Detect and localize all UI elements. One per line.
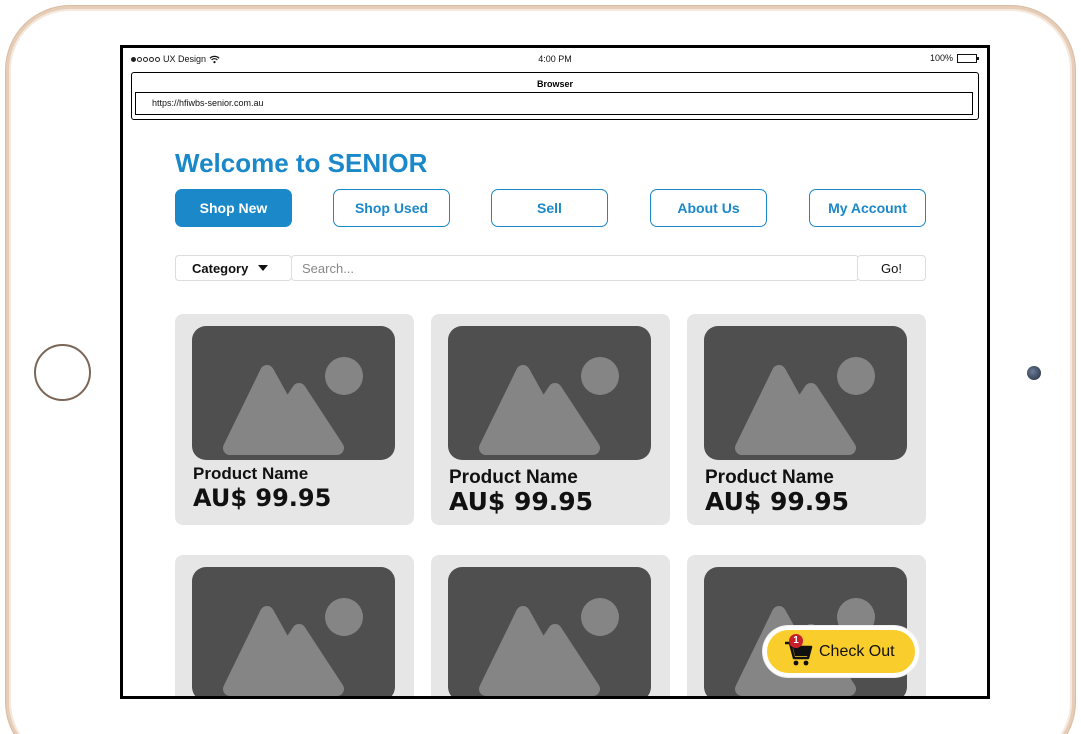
- category-label: Category: [192, 260, 249, 276]
- product-price: AU$ 99.95: [705, 487, 850, 516]
- product-name: Product Name: [705, 467, 834, 488]
- product-card[interactable]: [431, 555, 670, 696]
- category-dropdown[interactable]: Category: [175, 255, 292, 281]
- caret-down-icon: [258, 265, 269, 271]
- my-account-button[interactable]: My Account: [809, 189, 926, 227]
- search-bar: Category Go!: [175, 255, 926, 281]
- go-button[interactable]: Go!: [857, 255, 926, 281]
- browser-bar: Browser https://hfiwbs-senior.com.au: [131, 72, 979, 120]
- product-name: Product Name: [449, 467, 578, 488]
- battery-percent: 100%: [929, 53, 953, 63]
- status-time: 4:00 PM: [538, 54, 572, 64]
- status-right: 100%: [929, 53, 979, 63]
- home-button[interactable]: [34, 344, 91, 401]
- browser-title: Browser: [536, 79, 573, 89]
- image-placeholder-icon: [192, 567, 395, 696]
- page-title: Welcome to SENIOR: [175, 148, 428, 178]
- search-input[interactable]: [291, 255, 859, 281]
- battery-icon: [957, 53, 979, 63]
- image-placeholder-icon: [704, 326, 907, 460]
- product-card[interactable]: Product Name AU$ 99.95: [687, 314, 926, 525]
- shop-used-button[interactable]: Shop Used: [333, 189, 450, 227]
- cart-count-badge: 1: [789, 633, 803, 648]
- checkout-button[interactable]: 1 Check Out: [763, 626, 919, 677]
- image-placeholder-icon: [448, 567, 651, 696]
- product-card[interactable]: Product Name AU$ 99.95: [175, 314, 414, 525]
- cart-icon: 1: [783, 633, 813, 667]
- product-card[interactable]: [175, 555, 414, 696]
- product-name: Product Name: [193, 464, 309, 483]
- product-card[interactable]: Product Name AU$ 99.95: [431, 314, 670, 525]
- shop-new-button[interactable]: Shop New: [175, 189, 292, 227]
- image-placeholder-icon: [448, 326, 651, 460]
- screen: UX Design 4:00 PM 100% Browser https://h…: [120, 45, 990, 699]
- image-placeholder-icon: [192, 326, 395, 460]
- url-field[interactable]: https://hfiwbs-senior.com.au: [135, 92, 973, 115]
- product-price: AU$ 99.95: [193, 484, 332, 512]
- sell-button[interactable]: Sell: [491, 189, 608, 227]
- status-bar: UX Design 4:00 PM 100%: [123, 48, 987, 70]
- camera-icon: [1027, 366, 1041, 380]
- product-price: AU$ 99.95: [449, 487, 594, 516]
- checkout-label: Check Out: [819, 642, 895, 660]
- about-us-button[interactable]: About Us: [650, 189, 767, 227]
